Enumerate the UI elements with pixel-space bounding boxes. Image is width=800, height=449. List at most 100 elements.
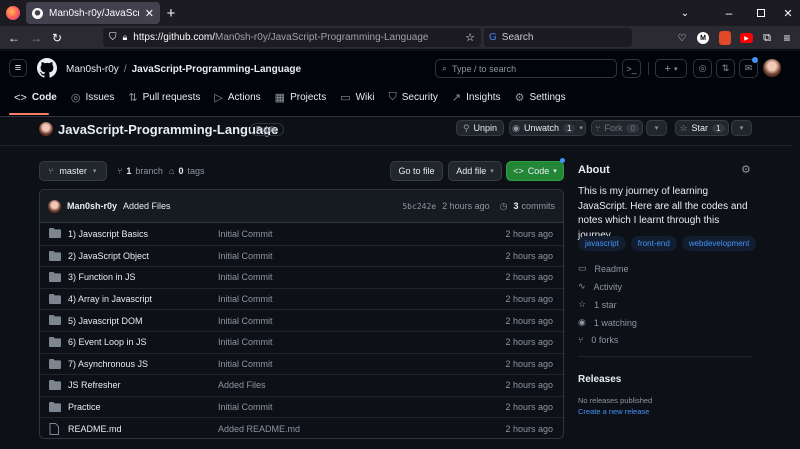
file-name[interactable]: Practice [68, 402, 101, 412]
back-icon[interactable]: ← [6, 30, 22, 46]
global-search-input[interactable]: ⌕ Type / to search [435, 59, 617, 78]
tab-settings[interactable]: ⚙ Settings [515, 91, 566, 104]
create-release-link[interactable]: Create a new release [578, 407, 649, 416]
window-close-icon[interactable]: ✕ [780, 5, 796, 21]
maximize-icon[interactable] [757, 9, 765, 17]
file-name[interactable]: 6) Event Loop in JS [68, 337, 147, 347]
breadcrumb-owner[interactable]: Man0sh-r0y [66, 64, 119, 75]
topic-tag[interactable]: front-end [630, 236, 677, 251]
releases-heading[interactable]: Releases [578, 374, 621, 385]
tab-pull-requests[interactable]: ⇅ Pull requests [128, 91, 200, 104]
add-file-button[interactable]: Add file ▾ [448, 161, 502, 181]
browser-tab-active[interactable]: Man0sh-r0y/JavaScript-Programming-Langua… [26, 2, 160, 24]
reload-icon[interactable]: ↻ [49, 30, 65, 46]
url-bar[interactable]: ⛉ 🔒︎ https://github.com/Man0sh-r0y/JavaS… [103, 28, 481, 47]
hamburger-menu-button[interactable]: ≡ [9, 59, 27, 77]
file-commit-message[interactable]: Added README.md [218, 424, 300, 434]
file-row[interactable]: 1) Javascript Basics Initial Commit 2 hour… [40, 223, 563, 245]
watching-link[interactable]: ◉ 1 watching [578, 317, 637, 328]
unwatch-button[interactable]: ◉ Unwatch 1 ▾ [509, 120, 586, 136]
go-to-file-button[interactable]: Go to file [390, 161, 443, 181]
star-button[interactable]: ☆ Star 1 [675, 120, 729, 136]
tab-issues[interactable]: ◎ Issues [71, 91, 115, 104]
file-row[interactable]: 6) Event Loop in JS Initial Commit 2 hours… [40, 330, 563, 353]
extension-youtube-icon[interactable]: ▶ [740, 33, 753, 43]
commits-count[interactable]: 3 [513, 201, 518, 211]
issues-button[interactable]: ◎ [693, 59, 712, 78]
file-commit-message[interactable]: Initial Commit [218, 251, 273, 261]
repo-title[interactable]: JavaScript-Programming-Language [58, 122, 278, 137]
file-name[interactable]: 2) JavaScript Object [68, 251, 149, 261]
file-name[interactable]: 7) Asynchronous JS [68, 359, 148, 369]
file-row[interactable]: 4) Array in Javascript Initial Commit 2 ho… [40, 287, 563, 310]
extension-brave-icon[interactable] [719, 31, 731, 45]
star-dropdown-button[interactable]: ▾ [731, 120, 752, 136]
commit-author[interactable]: Man0sh-r0y [67, 201, 117, 211]
readme-link[interactable]: ▭ Readme [578, 263, 637, 274]
commit-hash[interactable]: 5bc242e [402, 202, 436, 211]
tags-link[interactable]: ⌂ 0 tags [169, 166, 204, 176]
minimize-icon[interactable]: – [721, 5, 737, 21]
file-commit-message[interactable]: Initial Commit [218, 337, 273, 347]
file-row[interactable]: Practice Initial Commit 2 hours ago [40, 395, 563, 418]
file-name[interactable]: 5) Javascript DOM [68, 316, 143, 326]
file-name[interactable]: 1) Javascript Basics [68, 229, 148, 239]
tab-security[interactable]: ⛉ Security [389, 91, 438, 104]
file-commit-message[interactable]: Initial Commit [218, 402, 273, 412]
file-commit-message[interactable]: Initial Commit [218, 272, 273, 282]
fork-button[interactable]: ⑂ Fork 0 [591, 120, 643, 136]
tab-projects[interactable]: ▦ Projects [275, 91, 327, 104]
file-name[interactable]: JS Refresher [68, 380, 121, 390]
topic-tag[interactable]: webdevelopment [681, 236, 757, 251]
forks-link[interactable]: ⑂ 0 forks [578, 335, 637, 345]
forward-icon[interactable]: → [28, 30, 44, 46]
file-commit-message[interactable]: Added Files [218, 380, 266, 390]
file-commit-message[interactable]: Initial Commit [218, 229, 273, 239]
extension-m-icon[interactable]: M [697, 32, 709, 44]
extensions-icon[interactable]: ⧉ [759, 30, 775, 46]
file-row[interactable]: 7) Asynchronous JS Initial Commit 2 hours … [40, 352, 563, 375]
about-settings-gear-icon[interactable]: ⚙ [741, 163, 751, 176]
page-scrollbar[interactable] [792, 117, 800, 449]
list-all-tabs-icon[interactable]: ⌄ [677, 5, 693, 21]
browser-search-bar[interactable]: G Search [484, 28, 632, 47]
commit-message[interactable]: Added Files [123, 201, 171, 211]
firefox-menu-icon[interactable] [6, 6, 20, 20]
pull-requests-button[interactable]: ⇅ [716, 59, 735, 78]
file-row[interactable]: 2) JavaScript Object Initial Commit 2 hour… [40, 244, 563, 267]
fork-dropdown-button[interactable]: ▾ [646, 120, 667, 136]
new-tab-icon[interactable]: + [163, 5, 179, 22]
code-button[interactable]: <> Code ▾ [506, 161, 564, 181]
tracking-protection-icon[interactable]: ⛉ [109, 32, 117, 43]
file-name[interactable]: 4) Array in Javascript [68, 294, 152, 304]
activity-link[interactable]: ∿ Activity [578, 281, 637, 292]
file-row[interactable]: README.md Added README.md 2 hours ago [40, 417, 563, 438]
file-row[interactable]: 5) Javascript DOM Initial Commit 2 hours a… [40, 309, 563, 331]
lock-icon[interactable]: 🔒︎ [123, 32, 128, 43]
file-commit-message[interactable]: Initial Commit [218, 316, 273, 326]
branches-link[interactable]: ⑂ 1 branch [117, 166, 163, 176]
file-commit-message[interactable]: Initial Commit [218, 294, 273, 304]
github-logo-icon[interactable] [37, 58, 57, 78]
tab-actions[interactable]: ▷ Actions [214, 91, 260, 104]
branch-select-button[interactable]: ⑂ master ▾ [39, 161, 107, 181]
commit-author-avatar[interactable] [48, 199, 61, 213]
file-name[interactable]: README.md [68, 424, 122, 434]
bookmark-star-icon[interactable]: ☆ [465, 31, 475, 44]
file-row[interactable]: JS Refresher Added Files 2 hours ago [40, 374, 563, 396]
topic-tag[interactable]: javascript [578, 236, 626, 251]
breadcrumb-repo[interactable]: JavaScript-Programming-Language [132, 64, 301, 75]
tab-insights[interactable]: ↗ Insights [452, 91, 501, 104]
stars-link[interactable]: ☆ 1 star [578, 299, 637, 310]
unpin-button[interactable]: ⚲ Unpin [456, 120, 504, 136]
commits-label[interactable]: commits [522, 201, 556, 211]
tab-wiki[interactable]: ▭ Wiki [340, 91, 374, 104]
file-row[interactable]: 3) Function in JS Initial Commit 2 hours a… [40, 266, 563, 288]
command-palette-button[interactable]: >_ [622, 59, 641, 78]
tab-close-icon[interactable]: ✕ [145, 7, 154, 20]
app-menu-icon[interactable]: ≡ [779, 30, 795, 46]
file-commit-message[interactable]: Initial Commit [218, 359, 273, 369]
tab-code[interactable]: <> Code [14, 91, 57, 104]
file-name[interactable]: 3) Function in JS [68, 272, 136, 282]
pocket-icon[interactable]: ♡ [674, 30, 690, 46]
